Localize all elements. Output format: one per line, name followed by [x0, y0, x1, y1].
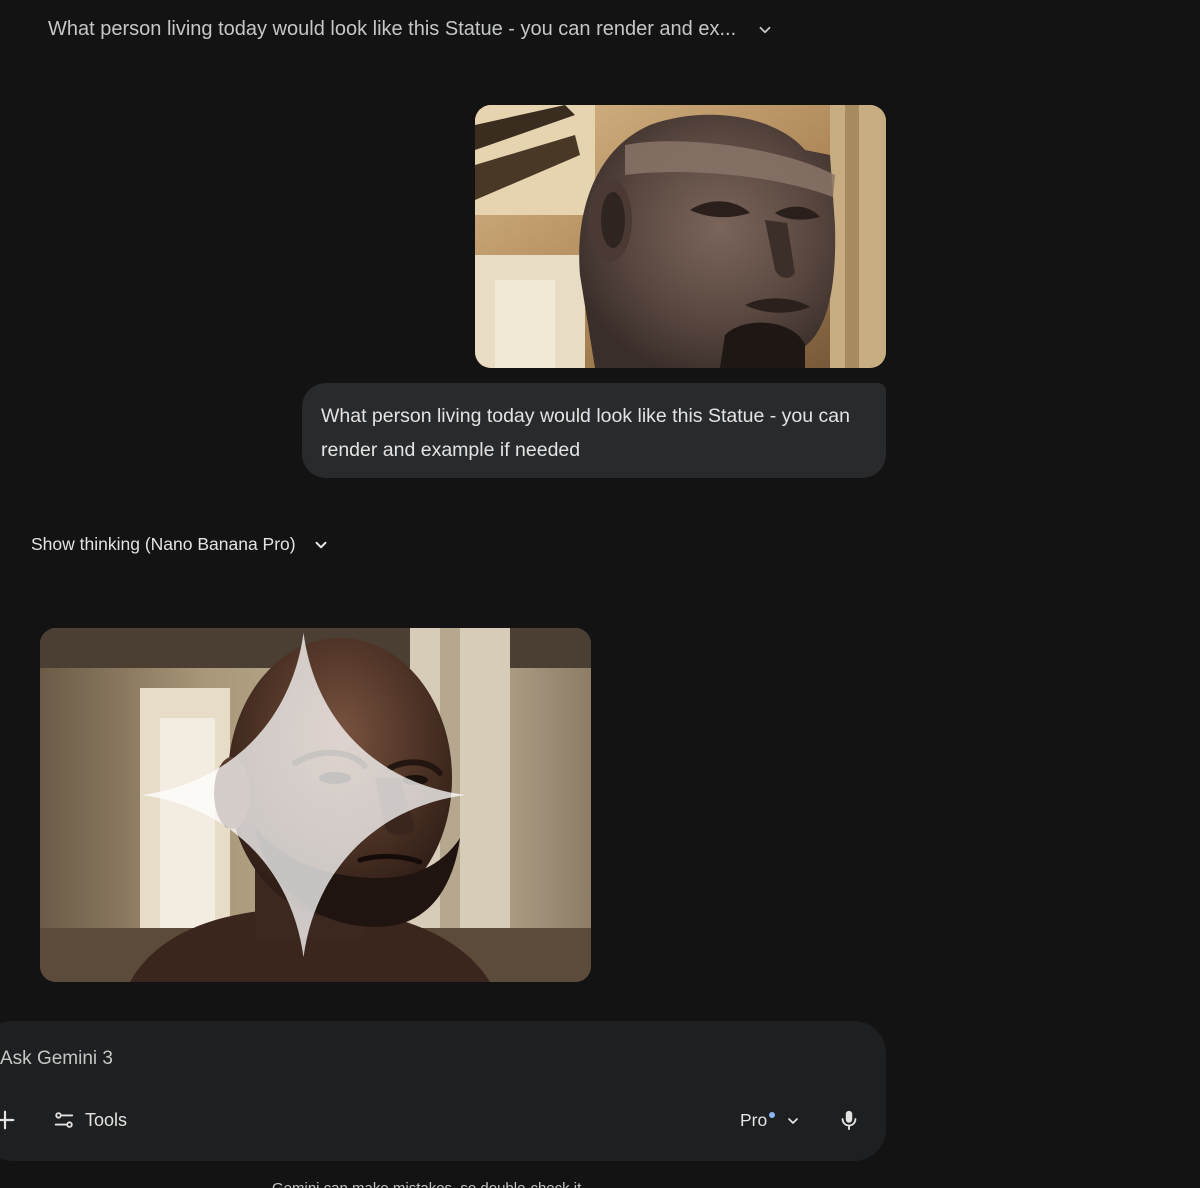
user-message-bubble: What person living today would look like… [302, 383, 886, 478]
prompt-input[interactable]: Ask Gemini 3 [0, 1048, 113, 1070]
add-attachment-button[interactable] [0, 1109, 16, 1131]
chevron-down-icon [759, 26, 771, 33]
show-thinking-label: Show thinking (Nano Banana Pro) [31, 534, 296, 554]
user-message-text: What person living today would look like… [321, 405, 850, 461]
conversation-title: What person living today would look like… [48, 18, 737, 40]
tools-button[interactable]: Tools [53, 1109, 127, 1131]
uploaded-statue-image[interactable] [475, 105, 886, 368]
model-selector[interactable]: Pro [740, 1110, 801, 1131]
tools-label: Tools [85, 1109, 128, 1130]
sparkle-icon [141, 632, 466, 958]
microphone-icon[interactable] [838, 1109, 860, 1131]
model-label: Pro [740, 1110, 768, 1130]
show-thinking-toggle[interactable]: Show thinking (Nano Banana Pro) [31, 534, 330, 555]
chevron-down-icon [315, 541, 327, 548]
chat-page: What person living today would look like… [0, 0, 1200, 1188]
chevron-down-icon [788, 1117, 799, 1124]
disclaimer-text: Gemini can make mistakes, so double-chec… [272, 1180, 581, 1188]
model-indicator-dot [769, 1111, 776, 1118]
conversation-title-dropdown[interactable]: What person living today would look like… [48, 18, 774, 41]
tools-icon [54, 1112, 74, 1128]
generated-portrait-image[interactable] [40, 628, 591, 982]
prompt-composer: Ask Gemini 3 Tools Pro [0, 1021, 886, 1161]
statue-illustration [475, 105, 886, 368]
